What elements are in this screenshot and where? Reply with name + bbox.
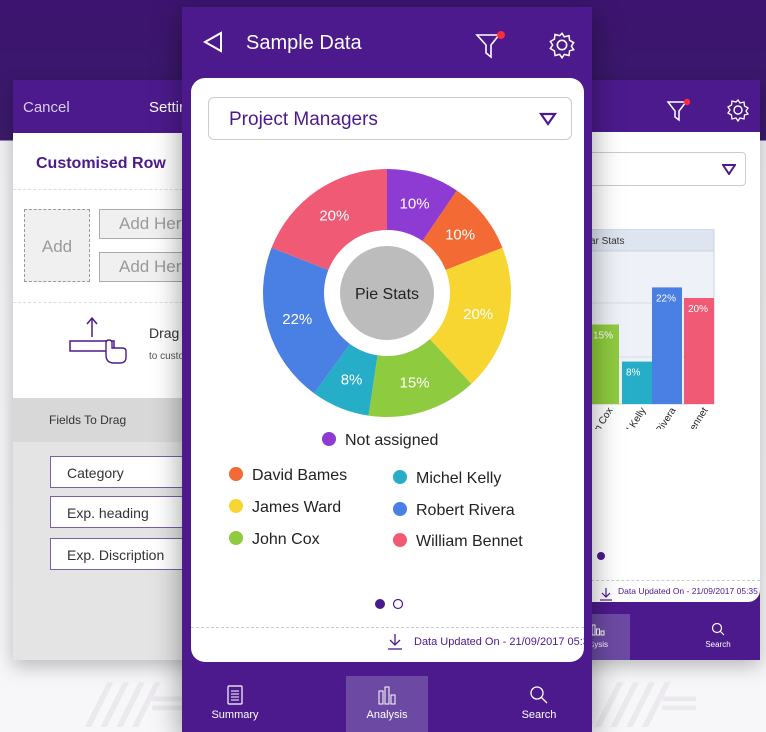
filter-icon[interactable] <box>475 30 507 60</box>
right-bottom-nav: alysis Search <box>566 614 760 660</box>
pie-chart: 10% 10% 20% 15% 8% 22% 20% Pie Stats <box>263 169 511 417</box>
bar-value-label: 20% <box>688 304 708 315</box>
legend-label: William Bennet <box>416 533 523 550</box>
legend-dot <box>229 499 243 513</box>
back-icon[interactable] <box>202 31 224 53</box>
legend-item: John Cox <box>229 531 320 549</box>
watermark-logo: ////═ <box>90 672 185 732</box>
drag-hand-icon <box>69 316 127 364</box>
download-icon <box>388 634 402 650</box>
drag-subtext: to custo <box>149 351 185 362</box>
chart-title: ar Stats <box>590 236 624 247</box>
legend-item: Michel Kelly <box>393 470 501 488</box>
settings-title: Settir <box>149 99 185 116</box>
legend-dot <box>393 470 407 484</box>
cancel-button[interactable]: Cancel <box>23 99 70 116</box>
divider <box>566 580 760 581</box>
field-chip-exp-heading[interactable]: Exp. heading <box>50 496 200 528</box>
right-dropdown[interactable] <box>576 152 746 186</box>
nav-analysis-label: Analysis <box>366 709 408 721</box>
legend-item: William Bennet <box>393 533 523 551</box>
legend-label: James Ward <box>252 499 342 516</box>
pie-slice-label: 20% <box>463 306 493 323</box>
nav-search-label: Search <box>705 640 731 649</box>
legend-dot <box>229 531 243 545</box>
search-icon <box>530 686 548 704</box>
bar-value-label: 15% <box>593 331 613 342</box>
chevron-down-icon <box>722 164 736 175</box>
project-managers-dropdown[interactable]: Project Managers <box>208 97 572 140</box>
legend-label: Not assigned <box>345 432 439 449</box>
pager-dots[interactable] <box>374 597 408 611</box>
bar-chart-icon <box>378 686 396 705</box>
legend-not-assigned: Not assigned <box>322 432 438 450</box>
legend-item: David Bames <box>229 467 347 485</box>
add-button[interactable]: Add <box>24 209 90 282</box>
legend-label: Michel Kelly <box>416 470 502 487</box>
nav-search[interactable]: Search <box>686 614 750 660</box>
bar-chart: ar Stats15%ohn Cox8%Michel Kelly22%Rober… <box>586 229 715 429</box>
bar[interactable] <box>652 287 682 404</box>
field-chip-category[interactable]: Category <box>50 456 200 488</box>
legend-dot <box>393 502 407 516</box>
bar-chart-panel: ar Stats15%ohn Cox8%Michel Kelly22%Rober… <box>566 132 760 602</box>
bar-value-label: 22% <box>656 293 676 304</box>
legend-item: James Ward <box>229 499 341 517</box>
legend-label: John Cox <box>252 531 320 548</box>
main-phone: Sample Data Project Managers 10% 10% 20% 15… <box>182 7 595 732</box>
bar-chart-card: ar Stats15%ohn Cox8%Michel Kelly22%Rober… <box>566 80 760 660</box>
page-title: Sample Data <box>246 32 362 54</box>
legend-label: Robert Rivera <box>416 502 515 519</box>
pie-chart-card: Project Managers 10% 10% 20% 15% 8% 22% 20% Pie… <box>191 78 595 662</box>
filter-icon[interactable] <box>666 98 692 124</box>
bar-value-label: 8% <box>626 368 641 379</box>
legend-dot <box>322 432 336 446</box>
chevron-down-icon <box>539 112 557 126</box>
nav-summary[interactable]: Summary <box>195 676 275 732</box>
divider <box>191 627 584 628</box>
dropdown-value: Project Managers <box>229 109 378 130</box>
legend-label: David Bames <box>252 467 348 484</box>
nav-search[interactable]: Search <box>499 676 579 732</box>
pie-slice-label: 22% <box>282 311 312 328</box>
bar-chart-icon <box>591 624 605 636</box>
pie-slice-label: 10% <box>445 227 475 244</box>
pie-center-label: Pie Stats <box>355 286 419 303</box>
pie-slice-label: 15% <box>400 374 430 391</box>
document-icon <box>227 685 243 705</box>
search-icon <box>711 622 725 636</box>
gear-icon[interactable] <box>548 31 576 59</box>
legend-dot <box>229 467 243 481</box>
data-updated-text: Data Updated On - 21/09/2017 05:35 <box>414 636 596 648</box>
field-chip-exp-discription[interactable]: Exp. Discription <box>50 538 200 570</box>
pie-slice-label: 10% <box>400 196 430 213</box>
nav-search-label: Search <box>521 709 557 721</box>
nav-summary-label: Summary <box>211 709 259 721</box>
legend-dot <box>393 533 407 547</box>
nav-analysis[interactable]: Analysis <box>346 676 428 732</box>
gear-icon[interactable] <box>726 98 750 122</box>
download-icon <box>600 588 612 601</box>
app-header: Sample Data <box>182 7 592 77</box>
bar-category-label: Michel Kelly <box>611 406 649 429</box>
legend-item: Robert Rivera <box>393 502 515 520</box>
watermark-logo: ////═ <box>600 672 695 732</box>
pie-slice-label: 8% <box>341 372 363 389</box>
bottom-nav: Summary Analysis Search <box>182 676 592 732</box>
pie-slice-label: 20% <box>319 208 349 225</box>
data-updated-text: Data Updated On - 21/09/2017 05:35 <box>618 586 758 596</box>
